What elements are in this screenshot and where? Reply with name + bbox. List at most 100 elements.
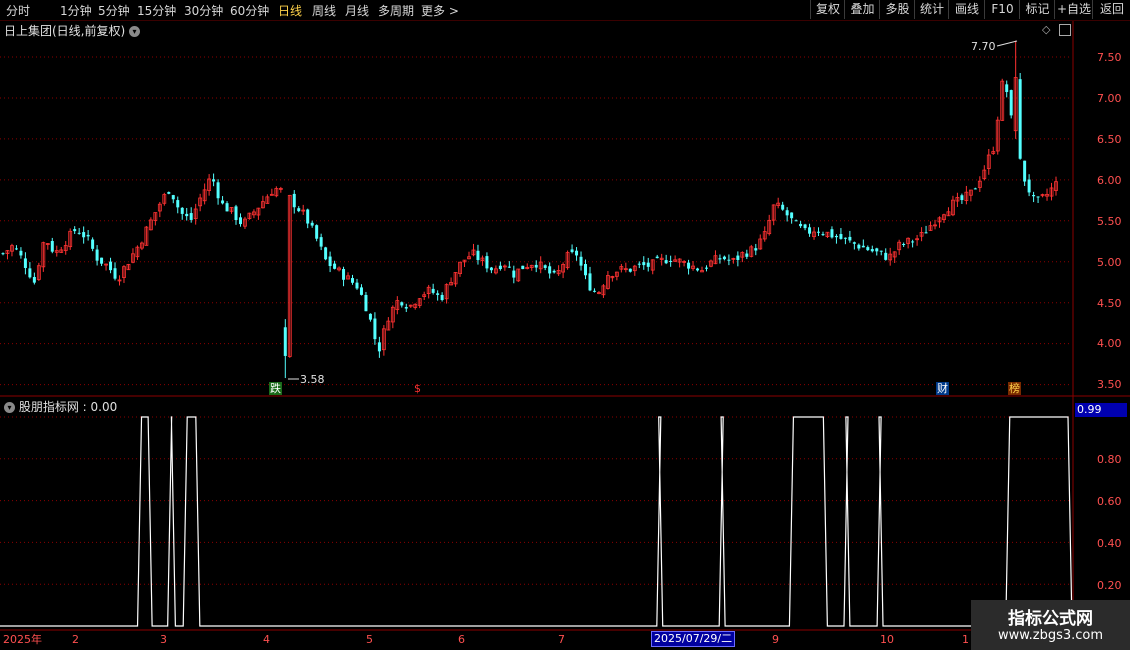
diamond-icon[interactable]: ◇ — [1042, 23, 1050, 36]
candle-body-down — [373, 318, 377, 340]
indicator-line — [0, 416, 1073, 627]
candle-body-down — [431, 288, 435, 293]
candle-body-down — [185, 213, 189, 217]
high-pointer — [996, 40, 1018, 47]
price-tick: 3.50 — [1097, 378, 1122, 391]
candle-body-down — [1009, 90, 1013, 116]
candle-body-down — [817, 231, 821, 233]
candle-body-down — [238, 217, 242, 225]
candle-body-down — [848, 236, 852, 241]
candle-body-down — [440, 294, 444, 301]
price-tick: 4.00 — [1097, 337, 1122, 350]
candle-body-down — [592, 290, 596, 292]
candle-body-down — [476, 250, 480, 261]
candle-body-down — [843, 237, 847, 239]
chevron-down-icon[interactable]: ▾ — [129, 26, 141, 37]
candle-body-down — [1027, 179, 1031, 193]
candle-body-down — [113, 268, 117, 279]
candle-body-down — [310, 222, 314, 226]
candle-body-down — [718, 258, 722, 260]
candle-body-down — [790, 212, 794, 219]
candle-body-down — [628, 268, 632, 272]
date-label: 10 — [880, 633, 894, 646]
candle-body-down — [100, 257, 104, 264]
candle-body-down — [830, 229, 834, 238]
panel-toggle-icon[interactable] — [1058, 24, 1071, 36]
bang-marker[interactable]: 榜 — [1008, 382, 1021, 395]
candle-body-down — [808, 227, 812, 234]
price-tick: 7.50 — [1097, 51, 1122, 64]
stock-name-period: 日上集团(日线,前复权) — [4, 24, 126, 38]
candle-body-down — [548, 266, 552, 274]
candle-body-down — [1, 253, 5, 255]
candle-body-down — [507, 266, 511, 268]
indicator-title: ▾ 股朋指标网 : 0.00 — [4, 398, 117, 415]
candle-body-down — [324, 247, 328, 260]
candle-body-down — [552, 270, 556, 273]
candle-body-down — [109, 261, 113, 271]
candle-body-down — [23, 258, 27, 268]
candle-body-down — [834, 235, 838, 238]
die-marker[interactable]: 跌 — [269, 382, 282, 395]
candle-body-down — [570, 249, 574, 253]
kline-chart[interactable]: 7.50 7.00 6.50 6.00 5.50 5.00 4.50 4.00 … — [0, 0, 1130, 650]
candle-body-down — [584, 264, 588, 276]
date-label: 1 — [962, 633, 969, 646]
candle-body-down — [579, 256, 583, 266]
candle-body-down — [875, 248, 879, 252]
candle-body-down — [866, 247, 870, 251]
candle-body-down — [436, 293, 440, 295]
watermark-title: 指标公式网 — [1008, 609, 1093, 629]
candle-body-down — [781, 204, 785, 210]
candle-body-down — [189, 213, 193, 220]
chevron-down-icon[interactable]: ▾ — [4, 402, 15, 413]
candle-body-down — [794, 220, 798, 222]
candle-body-down — [283, 327, 287, 356]
low-price-label: 3.58 — [300, 373, 325, 386]
candle-body-down — [745, 253, 749, 257]
indicator-tick: 0.60 — [1097, 495, 1122, 508]
candle-body-down — [234, 206, 238, 221]
indicator-tick: 0.20 — [1097, 579, 1122, 592]
price-tick: 4.50 — [1097, 297, 1122, 310]
candle-body-down — [857, 244, 861, 249]
candle-body-down — [342, 269, 346, 280]
candle-body-down — [1032, 195, 1036, 197]
dollar-marker[interactable]: $ — [413, 382, 422, 395]
candle-body-down — [86, 234, 90, 237]
candle-body-down — [292, 193, 296, 208]
candle-body-down — [861, 245, 865, 248]
candle-body-down — [377, 342, 381, 352]
candle-body-down — [364, 294, 368, 312]
date-label: 5 — [366, 633, 373, 646]
candle-body-down — [973, 188, 977, 190]
candle-body-down — [359, 287, 363, 295]
price-tick: 6.50 — [1097, 133, 1122, 146]
candle-body-down — [543, 265, 547, 268]
candle-body-down — [852, 242, 856, 244]
candle-body-down — [924, 232, 928, 234]
candle-body-down — [655, 256, 659, 259]
candle-body-down — [212, 179, 216, 182]
candle-body-down — [664, 260, 668, 264]
candle-body-down — [82, 232, 86, 238]
high-price-label: 7.70 — [971, 40, 996, 53]
candle-body-down — [637, 263, 641, 265]
candle-body-down — [333, 263, 337, 269]
candle-body-down — [95, 249, 99, 261]
candle-body-down — [588, 273, 592, 291]
candle-body-down — [485, 256, 489, 269]
candle-body-down — [799, 223, 803, 227]
candle-body-down — [642, 262, 646, 266]
cai-marker[interactable]: 财 — [936, 382, 949, 395]
candle-body-down — [368, 313, 372, 320]
indicator-tick: 0.80 — [1097, 453, 1122, 466]
candle-body-down — [14, 248, 18, 250]
watermark: 指标公式网 www.zbgs3.com — [971, 600, 1130, 650]
date-label: 2025年 — [3, 632, 42, 646]
candle-body-down — [404, 307, 408, 309]
indicator-tick: 0.40 — [1097, 537, 1122, 550]
candle-body-down — [498, 265, 502, 270]
indicator-line-series — [0, 416, 1073, 627]
candle-body-down — [306, 209, 310, 224]
